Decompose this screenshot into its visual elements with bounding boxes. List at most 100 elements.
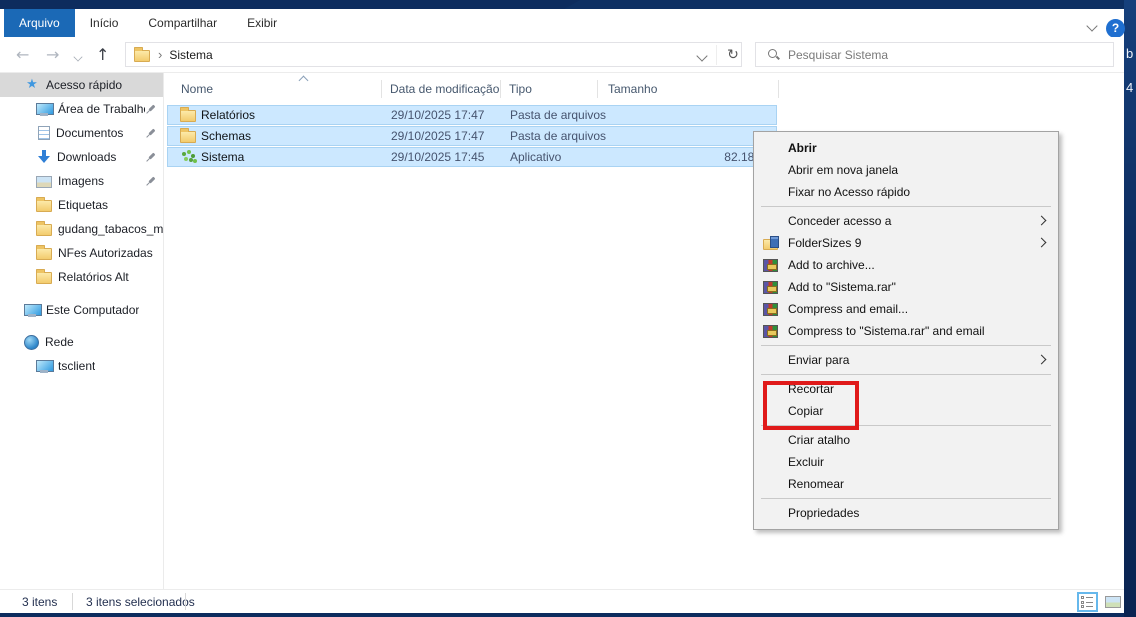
screen: b 4 ArquivoInícioCompartilharExibir ? ← …: [0, 0, 1136, 617]
column-divider[interactable]: [778, 80, 779, 98]
pane-divider: [163, 73, 164, 589]
menu-separator: [761, 206, 1051, 207]
sidebar-item-relat-rios-alt[interactable]: Relatórios Alt: [0, 265, 163, 289]
ribbon-tab-bar: ArquivoInícioCompartilharExibir ?: [0, 9, 1124, 37]
sidebar-item-label: Área de Trabalho: [58, 102, 145, 116]
file-type-cell: Aplicativo: [510, 150, 609, 164]
menu-item-compress-to-sistema-rar-and-email[interactable]: Compress to "Sistema.rar" and email: [754, 320, 1058, 342]
tab-exibir[interactable]: Exibir: [232, 9, 292, 37]
details-view-button[interactable]: [1077, 592, 1098, 612]
up-button-icon[interactable]: ↑: [96, 45, 109, 64]
menu-item-excluir[interactable]: Excluir: [754, 451, 1058, 473]
details-view-icon: [1081, 596, 1094, 608]
net-icon: [24, 335, 39, 350]
folder-icon: [180, 110, 196, 122]
menu-item-criar-atalho[interactable]: Criar atalho: [754, 429, 1058, 451]
annotation-highlight-box: [763, 381, 859, 430]
menu-item-abrir-em-nova-janela[interactable]: Abrir em nova janela: [754, 159, 1058, 181]
menu-item-add-to-archive-[interactable]: Add to archive...: [754, 254, 1058, 276]
sidebar-item-documentos[interactable]: Documentos: [0, 121, 163, 145]
star-icon: ★: [24, 77, 40, 93]
sidebar-item-label: tsclient: [58, 359, 95, 373]
file-date-cell: 29/10/2025 17:47: [391, 129, 510, 143]
tab-compartilhar[interactable]: Compartilhar: [133, 9, 232, 37]
help-button[interactable]: ?: [1106, 19, 1125, 38]
file-type-cell: Pasta de arquivos: [510, 129, 609, 143]
menu-item-renomear[interactable]: Renomear: [754, 473, 1058, 495]
column-header-nome[interactable]: Nome: [181, 82, 213, 96]
search-box[interactable]: [755, 42, 1114, 67]
pin-icon[interactable]: [143, 173, 159, 189]
file-row-schemas[interactable]: Schemas29/10/2025 17:47Pasta de arquivos: [167, 126, 777, 146]
selected-count-label: 3 itens selecionados: [86, 595, 195, 609]
sidebar-item-nfes-autorizadas[interactable]: NFes Autorizadas: [0, 241, 163, 265]
breadcrumb-folder-icon: [134, 50, 150, 62]
status-divider: [72, 593, 73, 610]
file-name-cell: Schemas: [168, 129, 391, 143]
app-icon: [180, 149, 196, 165]
sidebar-item-label: Relatórios Alt: [58, 270, 129, 284]
recent-locations-chevron-icon[interactable]: [75, 54, 81, 60]
submenu-chevron-icon: [1037, 238, 1047, 248]
submenu-chevron-icon: [1037, 216, 1047, 226]
search-input[interactable]: [788, 43, 1113, 66]
menu-separator: [761, 345, 1051, 346]
address-dropdown-chevron-icon[interactable]: [698, 52, 706, 60]
refresh-icon[interactable]: ↻: [724, 45, 742, 65]
pin-icon[interactable]: [143, 101, 159, 117]
file-row-sistema[interactable]: Sistema29/10/2025 17:45Aplicativo82.181: [167, 147, 777, 167]
thumbnail-view-button[interactable]: [1102, 592, 1123, 612]
sidebar-item--rea-de-trabalho[interactable]: Área de Trabalho: [0, 97, 163, 121]
ribbon-expand-chevron-icon[interactable]: [1088, 22, 1097, 31]
file-name-cell: Sistema: [168, 149, 391, 165]
sidebar-item-label: Rede: [45, 335, 74, 349]
file-name-label: Sistema: [201, 150, 244, 164]
menu-item-add-to-sistema-rar-[interactable]: Add to "Sistema.rar": [754, 276, 1058, 298]
tab-início[interactable]: Início: [75, 9, 134, 37]
navigation-toolbar: ← → ↑ › Sistema ↻: [0, 37, 1124, 73]
menu-item-abrir[interactable]: Abrir: [754, 137, 1058, 159]
file-date-cell: 29/10/2025 17:47: [391, 108, 510, 122]
sidebar-item-acesso-r-pido[interactable]: ★ Acesso rápido: [0, 73, 163, 97]
column-header-data-de-modifica-o[interactable]: Data de modificação: [390, 82, 499, 96]
forward-button-icon[interactable]: →: [46, 45, 59, 64]
breadcrumb-segment[interactable]: Sistema: [169, 48, 212, 62]
pc-icon: [36, 359, 52, 373]
file-size-cell: 82.181: [609, 150, 776, 164]
sidebar-item-gudang-tabacos-m[interactable]: gudang_tabacos_m: [0, 217, 163, 241]
sidebar-item-este-computador[interactable]: Este Computador: [0, 298, 163, 322]
sidebar-item-label: gudang_tabacos_m: [58, 222, 163, 236]
column-divider[interactable]: [381, 80, 382, 98]
sidebar-item-tsclient[interactable]: tsclient: [0, 354, 163, 378]
column-header-tamanho[interactable]: Tamanho: [608, 82, 657, 96]
tab-arquivo[interactable]: Arquivo: [4, 9, 75, 37]
menu-item-conceder-acesso-a[interactable]: Conceder acesso a: [754, 210, 1058, 232]
navigation-pane: ★ Acesso rápido Área de Trabalho Documentos…: [0, 73, 163, 589]
back-button-icon[interactable]: ←: [16, 45, 29, 64]
column-divider[interactable]: [597, 80, 598, 98]
menu-item-compress-and-email-[interactable]: Compress and email...: [754, 298, 1058, 320]
sidebar-item-label: Acesso rápido: [46, 78, 122, 92]
pin-icon[interactable]: [143, 149, 159, 165]
column-divider[interactable]: [500, 80, 501, 98]
menu-item-propriedades[interactable]: Propriedades: [754, 502, 1058, 524]
thumbnail-view-icon: [1105, 596, 1121, 608]
sidebar-item-downloads[interactable]: Downloads: [0, 145, 163, 169]
file-row-relat-rios[interactable]: Relatórios29/10/2025 17:47Pasta de arqui…: [167, 105, 777, 125]
menu-separator: [761, 374, 1051, 375]
sidebar-item-rede[interactable]: Rede: [0, 330, 163, 354]
menu-item-enviar-para[interactable]: Enviar para: [754, 349, 1058, 371]
sidebar-item-label: NFes Autorizadas: [58, 246, 153, 260]
file-name-label: Relatórios: [201, 108, 255, 122]
column-header-tipo[interactable]: Tipo: [509, 82, 532, 96]
sidebar-item-imagens[interactable]: Imagens: [0, 169, 163, 193]
search-icon: [768, 49, 780, 61]
desktop-fragment-text: 4: [1126, 80, 1133, 95]
items-count-label: 3 itens: [22, 595, 57, 609]
context-menu: AbrirAbrir em nova janelaFixar no Acesso…: [753, 131, 1059, 530]
sidebar-item-etiquetas[interactable]: Etiquetas: [0, 193, 163, 217]
pin-icon[interactable]: [143, 125, 159, 141]
menu-item-foldersizes-9[interactable]: FolderSizes 9: [754, 232, 1058, 254]
address-bar[interactable]: › Sistema ↻: [125, 42, 742, 67]
menu-item-fixar-no-acesso-r-pido[interactable]: Fixar no Acesso rápido: [754, 181, 1058, 203]
